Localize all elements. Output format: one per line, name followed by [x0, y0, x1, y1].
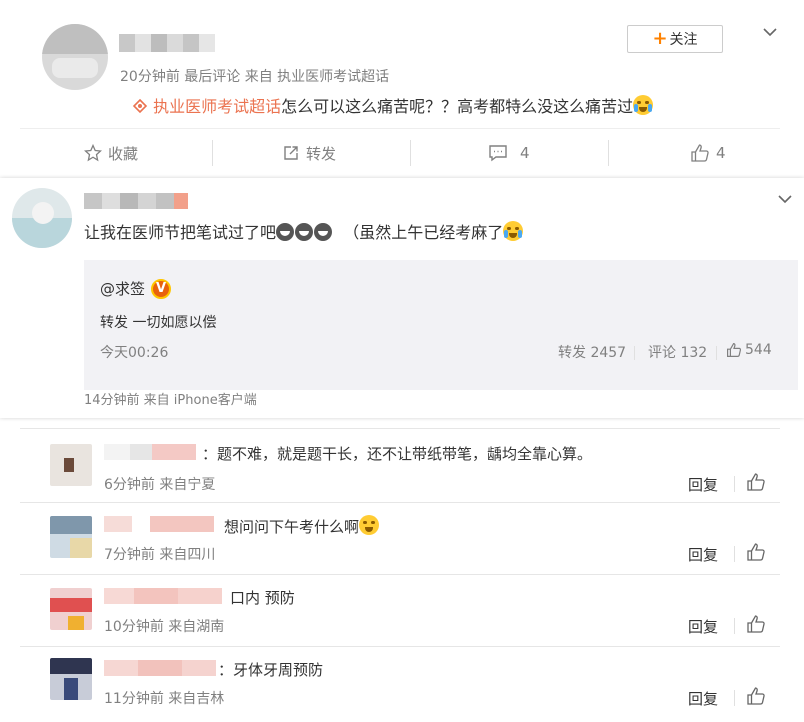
reply-button[interactable]: 回复: [688, 544, 718, 565]
topic-link[interactable]: 执业医师考试超话: [153, 97, 281, 116]
reply-button[interactable]: 回复: [688, 688, 718, 709]
post-text: 怎么可以这么痛苦呢？？高考都特么没这么痛苦过: [281, 97, 634, 116]
repost-icon: [284, 146, 298, 160]
username-blurred[interactable]: [84, 193, 198, 209]
plus-icon: +: [652, 28, 668, 49]
divider: [20, 428, 780, 429]
avatar[interactable]: [50, 444, 92, 486]
post-body: 执业医师考试超话怎么可以这么痛苦呢？？高考都特么没这么痛苦过: [132, 93, 654, 117]
comment-count: 4: [520, 144, 530, 162]
favorite-button[interactable]: 收藏: [84, 138, 138, 168]
post-card: 20分钟前 最后评论 来自 执业医师考试超话 + 关注 执业医师考试超话怎么可以…: [20, 8, 780, 176]
original-post-box[interactable]: @求签 V 转发 一切如愿以偿 今天00:26 转发 2457 评论 132 5…: [84, 260, 798, 390]
original-repost-stat[interactable]: 转发 2457: [558, 342, 626, 362]
avatar[interactable]: [50, 588, 92, 630]
original-time[interactable]: 今天00:26: [100, 342, 168, 362]
divider: [734, 476, 735, 492]
repost-button[interactable]: 转发: [282, 138, 336, 168]
repost-source: 14分钟前 来自 iPhone客户端: [84, 393, 257, 408]
divider: [20, 574, 780, 575]
comment-text: ：牙体牙周预防: [218, 661, 324, 679]
follow-label: 关注: [669, 32, 698, 48]
original-like-stat[interactable]: 544: [726, 342, 772, 358]
emoji-icon: [295, 223, 314, 241]
comment-item: 想问问下午考什么啊 7分钟前 来自四川 回复: [20, 506, 780, 578]
comment-meta: 10分钟前 来自湖南: [104, 619, 225, 635]
divider: [634, 346, 635, 360]
thumbs-up-icon[interactable]: [746, 614, 766, 634]
thumbs-up-icon: [691, 144, 709, 162]
reply-button[interactable]: 回复: [688, 474, 718, 495]
reply-button[interactable]: 回复: [688, 616, 718, 637]
divider: [410, 140, 411, 166]
like-count: 4: [716, 144, 726, 162]
comment-item: ：牙体牙周预防 11分钟前 来自吉林 回复: [20, 650, 780, 722]
username-blurred[interactable]: [104, 516, 214, 532]
laughing-emoji-icon: [359, 515, 380, 535]
vip-badge-icon: V: [151, 278, 172, 299]
divider: [20, 128, 780, 129]
avatar[interactable]: [50, 658, 92, 700]
original-comment-stat[interactable]: 评论 132: [648, 342, 707, 362]
comment-text: ：题不难，就是题干长，还不让带纸带笔，龋均全靠心算。: [202, 445, 593, 463]
thumbs-up-icon[interactable]: [746, 542, 766, 562]
favorite-label: 收藏: [108, 144, 139, 163]
comment-text: 想问问下午考什么啊: [224, 515, 380, 537]
avatar[interactable]: [50, 516, 92, 558]
comment-item: 口内 预防 10分钟前 来自湖南 回复: [20, 578, 780, 650]
thumbs-up-icon[interactable]: [746, 472, 766, 492]
username-blurred[interactable]: [104, 588, 222, 604]
comment-meta: 11分钟前 来自吉林: [104, 691, 225, 707]
username-blurred[interactable]: [104, 444, 196, 460]
chevron-down-icon[interactable]: [763, 25, 777, 39]
divider: [20, 502, 780, 503]
post-meta: 20分钟前 最后评论 来自 执业医师考试超话: [120, 69, 390, 85]
comment-icon: [489, 145, 507, 162]
comment-text: 口内 预防: [230, 589, 295, 607]
thumbs-up-icon[interactable]: [746, 686, 766, 706]
thumbs-up-icon: [727, 342, 742, 357]
comments-list: ：题不难，就是题干长，还不让带纸带笔，龋均全靠心算。 6分钟前 来自宁夏 回复 …: [20, 428, 780, 709]
divider: [734, 618, 735, 634]
repost-label: 转发: [306, 144, 337, 163]
username-blurred[interactable]: [104, 660, 216, 676]
username-blurred[interactable]: [119, 34, 215, 52]
original-author-row: @求签 V: [100, 278, 172, 299]
divider: [716, 346, 717, 360]
repost-text: 让我在医师节把笔试过了吧 （虽然上午已经考麻了: [84, 219, 524, 243]
comment-button[interactable]: 4: [488, 138, 530, 168]
comment-meta: 7分钟前 来自四川: [104, 547, 216, 563]
divider: [734, 690, 735, 706]
avatar[interactable]: [12, 188, 72, 248]
divider: [20, 646, 780, 647]
topic-icon: [132, 98, 148, 114]
divider: [608, 140, 609, 166]
repost-card: 让我在医师节把笔试过了吧 （虽然上午已经考麻了 @求签 V 转发 一切如愿以偿 …: [0, 178, 804, 418]
follow-button[interactable]: + 关注: [627, 25, 723, 53]
emoji-icon: [314, 223, 333, 241]
original-author-link[interactable]: @求签: [100, 278, 145, 299]
divider: [212, 140, 213, 166]
original-content: 转发 一切如愿以偿: [100, 315, 217, 331]
avatar[interactable]: [42, 24, 108, 90]
crying-emoji-icon: [503, 221, 524, 241]
like-button[interactable]: 4: [690, 138, 726, 168]
comment-meta: 6分钟前 来自宁夏: [104, 477, 216, 493]
emoji-icon: [276, 223, 295, 241]
comment-item: ：题不难，就是题干长，还不让带纸带笔，龋均全靠心算。 6分钟前 来自宁夏 回复: [20, 432, 780, 504]
star-icon: [84, 144, 102, 162]
divider: [734, 546, 735, 562]
chevron-down-icon[interactable]: [778, 192, 792, 206]
crying-emoji-icon: [633, 95, 654, 115]
